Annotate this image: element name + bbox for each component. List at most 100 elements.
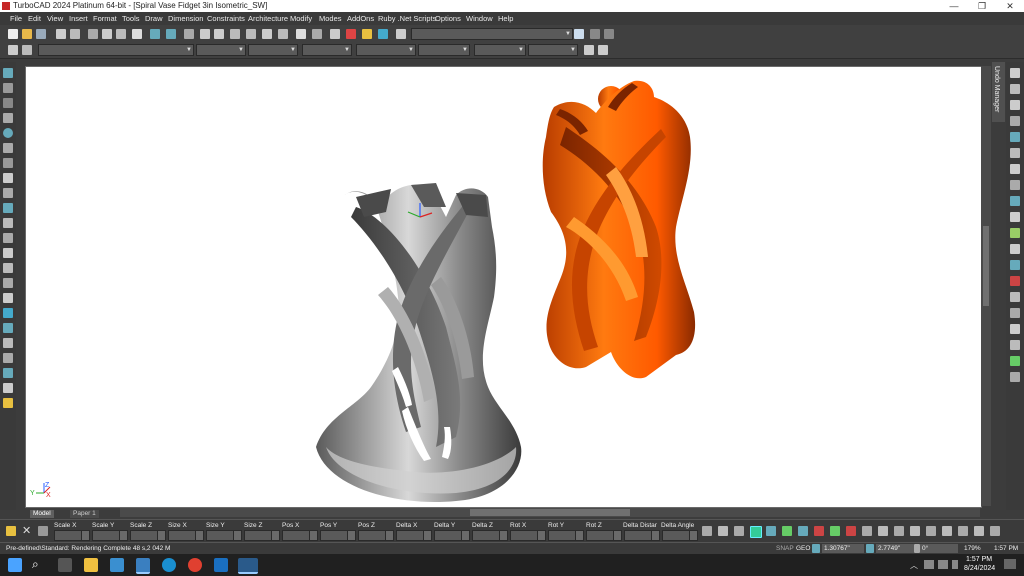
menu-tools[interactable]: Tools	[122, 12, 140, 25]
battery-icon[interactable]	[952, 560, 958, 569]
snap-perpendicular-icon[interactable]	[846, 526, 856, 536]
boolean-tool-icon[interactable]	[3, 323, 13, 333]
menu-constraints[interactable]: Constraints	[207, 12, 245, 25]
menu-file[interactable]: File	[10, 12, 22, 25]
size-x-field[interactable]	[168, 530, 196, 541]
snap-settings-icon[interactable]	[974, 526, 984, 536]
delta-x-lock[interactable]	[423, 530, 432, 541]
scale-x-field[interactable]	[54, 530, 82, 541]
pos-x-field[interactable]	[282, 530, 310, 541]
snap-midpoint-icon[interactable]	[766, 526, 776, 536]
circle-tool-icon[interactable]	[3, 128, 13, 138]
scale-z-field[interactable]	[130, 530, 158, 541]
mirror-tool-icon[interactable]	[3, 233, 13, 243]
dimension-tool-icon[interactable]	[3, 188, 13, 198]
pen-color-combo[interactable]: ▼	[196, 44, 246, 56]
undo-manager-tab[interactable]: Undo Manager	[992, 62, 1005, 122]
zoom-all-icon[interactable]	[262, 29, 272, 39]
search-icon[interactable]: ⌕	[32, 557, 39, 572]
point-tool-icon[interactable]	[3, 98, 13, 108]
taskbar-date[interactable]: 8/24/2024	[964, 565, 995, 572]
rot-y-field[interactable]	[548, 530, 576, 541]
snap-nearest-icon[interactable]	[734, 526, 744, 536]
scale-y-lock[interactable]	[119, 530, 128, 541]
delta-y-field[interactable]	[434, 530, 462, 541]
vertical-scrollbar[interactable]	[981, 66, 991, 506]
scale-z-lock[interactable]	[157, 530, 166, 541]
menu-dimension[interactable]: Dimension	[168, 12, 203, 25]
edit-tool-icon[interactable]	[3, 83, 13, 93]
new-file-icon[interactable]	[8, 29, 18, 39]
rot-x-field[interactable]	[510, 530, 538, 541]
workplane-icon[interactable]	[1010, 180, 1020, 190]
menu-draw[interactable]: Draw	[145, 12, 163, 25]
redo-icon[interactable]	[166, 29, 176, 39]
snap-magnet-icon[interactable]	[990, 526, 1000, 536]
globe-icon[interactable]	[1010, 356, 1020, 366]
pos-x-lock[interactable]	[309, 530, 318, 541]
print-preview-icon[interactable]	[70, 29, 80, 39]
orange-spiral-vase[interactable]	[542, 80, 696, 379]
vertical-scroll-thumb[interactable]	[983, 226, 989, 306]
section-icon[interactable]	[1010, 244, 1020, 254]
scale-x-lock[interactable]	[81, 530, 90, 541]
snap-intersection-icon[interactable]	[814, 526, 824, 536]
mesh-icon[interactable]	[1010, 276, 1020, 286]
layer-icon[interactable]	[346, 29, 356, 39]
pos-z-lock[interactable]	[385, 530, 394, 541]
drop-icon[interactable]	[1010, 260, 1020, 270]
coordinate-options-icon[interactable]	[38, 526, 48, 536]
gear-icon[interactable]	[8, 45, 18, 55]
text-tool-icon[interactable]	[3, 173, 13, 183]
hatch-tool-icon[interactable]	[3, 203, 13, 213]
horizontal-scroll-thumb[interactable]	[470, 509, 630, 516]
scale-y-field[interactable]	[92, 530, 120, 541]
pos-y-lock[interactable]	[347, 530, 356, 541]
dot-tool-icon[interactable]	[3, 158, 13, 168]
menu-insert[interactable]: Insert	[69, 12, 88, 25]
snap-mode-icon[interactable]	[702, 526, 712, 536]
paste-icon[interactable]	[116, 29, 126, 39]
menu-modes[interactable]: Modes	[319, 12, 342, 25]
pos-y-field[interactable]	[320, 530, 348, 541]
zoom-in-icon[interactable]	[200, 29, 210, 39]
arc-tool-icon[interactable]	[3, 143, 13, 153]
eyedropper-icon[interactable]	[584, 45, 594, 55]
chevron-up-icon[interactable]: ︿	[910, 560, 918, 571]
spell-check-icon[interactable]	[296, 29, 306, 39]
task-view-icon[interactable]	[58, 558, 72, 572]
close-icon[interactable]: ✕	[22, 524, 31, 537]
toolbar-combo[interactable]: ▼	[411, 28, 573, 40]
match-properties-icon[interactable]	[598, 45, 608, 55]
snap-tangent-icon[interactable]	[830, 526, 840, 536]
menu-ruby-net-scripts[interactable]: Ruby .Net Scripts	[378, 12, 436, 25]
delta-distance-field[interactable]	[624, 530, 652, 541]
snap-tool-icon[interactable]	[3, 338, 13, 348]
zoom-extents-icon[interactable]	[246, 29, 256, 39]
grid-tool-icon[interactable]	[3, 263, 13, 273]
size-z-lock[interactable]	[271, 530, 280, 541]
size-y-lock[interactable]	[233, 530, 242, 541]
help-cursor-icon[interactable]	[574, 29, 584, 39]
snap-parallel-icon[interactable]	[878, 526, 888, 536]
light-icon[interactable]	[1010, 228, 1020, 238]
pos-z-field[interactable]	[358, 530, 386, 541]
extrude-icon[interactable]	[1010, 324, 1020, 334]
network-icon[interactable]	[924, 560, 934, 569]
delta-y-lock[interactable]	[461, 530, 470, 541]
surface-tool-icon[interactable]	[3, 248, 13, 258]
view-front-icon[interactable]	[1010, 84, 1020, 94]
measure-tool-icon[interactable]	[3, 293, 13, 303]
sweep-icon[interactable]	[1010, 372, 1020, 382]
horizontal-scrollbar[interactable]	[120, 508, 980, 517]
copilot-icon[interactable]	[110, 558, 124, 572]
snap-align-icon[interactable]	[942, 526, 952, 536]
edge-icon[interactable]	[162, 558, 176, 572]
snap-quadrant-icon[interactable]	[798, 526, 808, 536]
select-arrow-icon[interactable]	[3, 68, 13, 78]
delta-angle-field[interactable]	[662, 530, 690, 541]
zoom-previous-icon[interactable]	[278, 29, 288, 39]
menu-format[interactable]: Format	[93, 12, 117, 25]
toolbar-options-icon[interactable]	[604, 29, 614, 39]
open-file-icon[interactable]	[22, 29, 32, 39]
